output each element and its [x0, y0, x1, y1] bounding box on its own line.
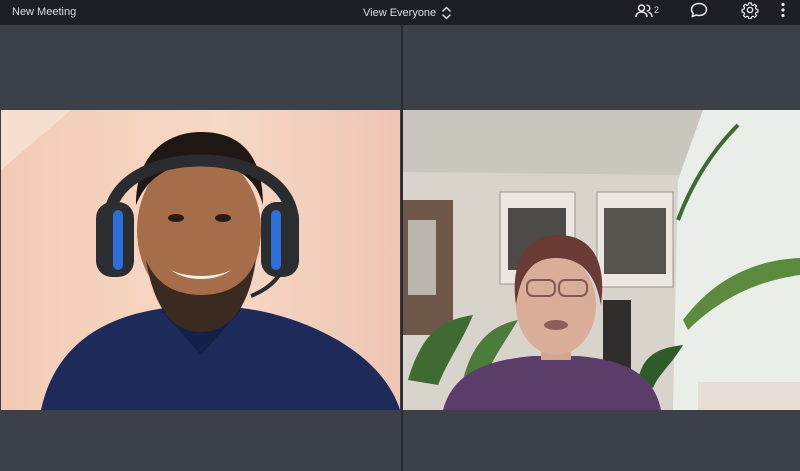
top-toolbar: New Meeting View Everyone 2 — [0, 0, 800, 25]
meeting-title: New Meeting — [12, 6, 77, 18]
participant-video-left — [1, 110, 400, 410]
participant-video-right — [403, 110, 800, 410]
video-grid — [0, 25, 800, 471]
view-selector[interactable]: View Everyone — [363, 4, 451, 21]
chevron-up-down-icon — [442, 6, 451, 20]
settings-button[interactable] — [741, 1, 759, 24]
participants-icon — [635, 3, 653, 23]
view-selector-label: View Everyone — [363, 6, 437, 19]
participant-tile-right[interactable] — [403, 25, 800, 471]
more-vertical-icon — [780, 2, 786, 23]
participant-tile-left[interactable] — [1, 25, 400, 471]
gear-icon — [741, 1, 759, 24]
chat-button[interactable] — [690, 2, 708, 23]
participant-count: 2 — [654, 4, 660, 15]
more-options-button[interactable] — [780, 2, 786, 23]
chat-icon — [690, 2, 708, 23]
participants-button[interactable]: 2 — [635, 3, 659, 22]
